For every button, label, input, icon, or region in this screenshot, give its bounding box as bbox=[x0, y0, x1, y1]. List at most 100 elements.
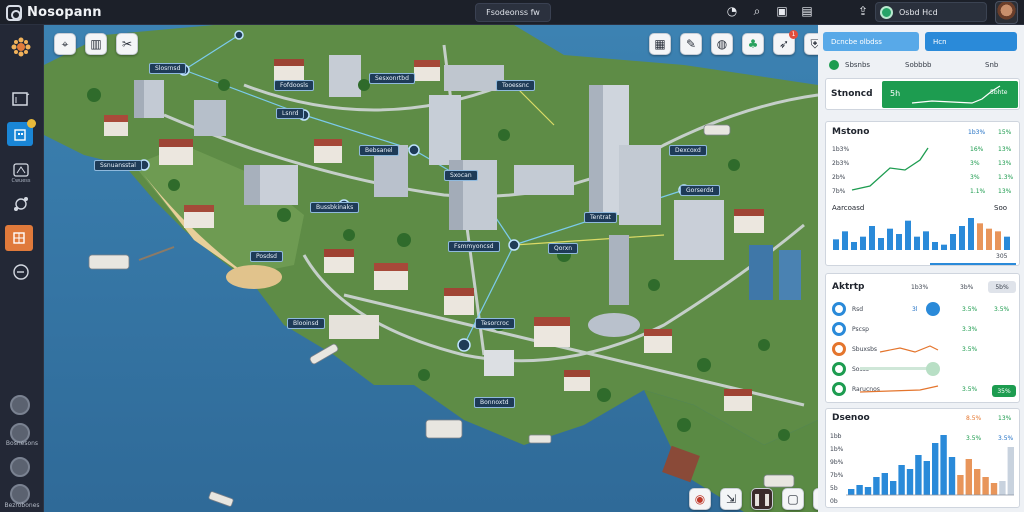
pause-icon[interactable]: ❚❚ bbox=[751, 488, 773, 510]
map-label[interactable]: Tentrat bbox=[584, 212, 617, 223]
gauge-icon bbox=[13, 162, 29, 177]
layers-icon[interactable] bbox=[5, 225, 33, 251]
toggle-one-icon[interactable] bbox=[10, 395, 30, 415]
top-bar: Nosopann Fsodeonss fw ◔ ⌕ ▣ ▤ ⇪ Osbd Hcd bbox=[0, 0, 1024, 25]
metric-bar bbox=[968, 218, 974, 250]
city-map[interactable]: ⌖ ▥ ✂ ▦ ✎ ◍ ♣ ➶ 1 ⛨ Slosrnsd Fofdoosls Se… bbox=[44, 25, 818, 512]
histogram-bar bbox=[864, 487, 872, 495]
metric-bar bbox=[869, 226, 875, 250]
map-label[interactable]: Blooinsd bbox=[287, 318, 325, 329]
record-icon[interactable]: ◉ bbox=[689, 488, 711, 510]
map-label[interactable]: Sesxonrtbd bbox=[369, 73, 415, 84]
metric-bar bbox=[986, 228, 992, 250]
histogram-chart bbox=[846, 435, 1014, 496]
map-label[interactable]: Bonnoxtd bbox=[474, 397, 515, 408]
building-icon[interactable] bbox=[7, 119, 36, 146]
metrics-progress bbox=[930, 263, 1016, 265]
histogram-bar bbox=[906, 469, 914, 495]
list-row-sparkline bbox=[860, 385, 939, 393]
eco-icon[interactable]: ♣ bbox=[742, 33, 764, 55]
histogram-bar bbox=[974, 469, 981, 495]
map-label[interactable]: Bebsanel bbox=[359, 145, 399, 156]
list-row-pct: 3.5% bbox=[962, 306, 978, 313]
list-chip-top[interactable]: 5b% bbox=[988, 281, 1016, 293]
highlight-pct: 5bhte bbox=[990, 89, 1008, 96]
histogram-y-label: 5b bbox=[830, 485, 838, 492]
list-row-status-icon bbox=[832, 342, 846, 356]
histogram-bar bbox=[990, 483, 998, 495]
map-label[interactable]: Sxocan bbox=[444, 170, 478, 181]
notification-badge-icon bbox=[27, 119, 36, 128]
video-icon[interactable] bbox=[6, 85, 36, 113]
chat-icon[interactable]: ▣ bbox=[774, 3, 790, 19]
metrics-line-chart bbox=[851, 147, 929, 191]
share-icon[interactable]: ⇪ bbox=[855, 3, 871, 19]
map-label[interactable]: Fofdoosls bbox=[274, 80, 315, 91]
list-col-b: 3b% bbox=[960, 284, 974, 291]
toggle-four-icon[interactable] bbox=[10, 484, 30, 504]
list-row-toggle-icon[interactable] bbox=[926, 302, 940, 316]
histogram-bar bbox=[923, 461, 930, 495]
metric-row-label: 1b3% bbox=[832, 146, 850, 153]
metric-bar bbox=[905, 220, 911, 250]
grid-view-icon[interactable]: ▦ bbox=[649, 33, 671, 55]
metric-bar bbox=[941, 244, 947, 250]
map-label[interactable]: Bussbkinaks bbox=[310, 202, 360, 213]
list-chip-b[interactable]: 35% bbox=[992, 385, 1016, 397]
map-label[interactable]: Tooessnc bbox=[496, 80, 536, 91]
status-pill[interactable]: Osbd Hcd bbox=[875, 2, 987, 22]
map-label[interactable]: Lsnrd bbox=[276, 108, 305, 119]
metric-bar bbox=[878, 238, 884, 250]
layers-tool-icon[interactable]: ▥ bbox=[85, 33, 107, 55]
metric-row-pct: 1.1% bbox=[970, 188, 986, 195]
metrics-top-b: 15% bbox=[998, 129, 1012, 136]
map-label[interactable]: Dexcoxd bbox=[669, 145, 707, 156]
list-row-toggle-icon[interactable] bbox=[926, 362, 940, 376]
map-label[interactable]: Qorxn bbox=[548, 243, 579, 254]
map-label[interactable]: Ssnuansstal bbox=[94, 160, 142, 171]
shield-icon[interactable]: ⛨ bbox=[804, 33, 818, 55]
search-icon[interactable]: ⌕ bbox=[749, 3, 765, 19]
alert-badge-icon: 1 bbox=[789, 30, 798, 39]
routes-icon[interactable] bbox=[6, 190, 36, 218]
pin-tool-icon[interactable]: ⌖ bbox=[54, 33, 76, 55]
map-label[interactable]: Tesorcroc bbox=[475, 318, 516, 329]
flower-icon[interactable] bbox=[6, 33, 36, 61]
clock-icon[interactable] bbox=[6, 258, 36, 286]
tab-button-primary[interactable]: Dcncbe olbdss bbox=[823, 32, 919, 51]
metric-bar bbox=[914, 236, 920, 250]
map-label[interactable]: Gorserdd bbox=[680, 185, 720, 196]
histogram-bar bbox=[856, 485, 863, 495]
map-label[interactable]: Slosrnsd bbox=[149, 63, 187, 74]
brand[interactable]: Nosopann bbox=[6, 3, 102, 22]
metric-bar bbox=[932, 242, 938, 250]
tab-button-secondary[interactable]: Hcn bbox=[925, 32, 1017, 51]
gauge-nav-item[interactable]: Cwuess bbox=[6, 158, 36, 188]
list-row-pct: 3.5% bbox=[962, 346, 978, 353]
avatar[interactable] bbox=[995, 1, 1018, 24]
metric-row-label: 2b% bbox=[832, 174, 846, 181]
top-icon-group: ◔ ⌕ ▣ ▤ bbox=[724, 3, 815, 19]
highlight-card[interactable]: Stnoncd 5h 5bhte bbox=[825, 78, 1020, 110]
chat-bubble-icon[interactable]: ◍ bbox=[711, 33, 733, 55]
metric-bar bbox=[1004, 236, 1010, 250]
gauge-icon[interactable]: ◔ bbox=[724, 3, 740, 19]
rocket-icon[interactable]: ➶ 1 bbox=[773, 30, 798, 55]
histogram-card: Dsenoo 8.5% 13% 3.5% 3.5% 1bb 1b% 9b% 7b% 5b… bbox=[825, 408, 1020, 508]
center-search-pill[interactable]: Fsodeonss fw bbox=[475, 3, 551, 22]
histogram-y-label: 7b% bbox=[830, 472, 844, 479]
window-icon[interactable]: ▢ bbox=[782, 488, 804, 510]
expand-icon[interactable]: ⇲ bbox=[720, 488, 742, 510]
map-label[interactable]: Fsmmyoncsd bbox=[448, 241, 500, 252]
toggle-three-icon[interactable] bbox=[10, 457, 30, 477]
tools-icon[interactable]: ✂ bbox=[116, 33, 138, 55]
metric-bar bbox=[860, 236, 866, 250]
histogram-bar bbox=[999, 481, 1006, 495]
metric-bar bbox=[887, 228, 893, 250]
metric-row-pct2: 1.3% bbox=[998, 174, 1014, 181]
document-icon[interactable]: ▤ bbox=[799, 3, 815, 19]
list-row-status-icon bbox=[832, 362, 846, 376]
metric-row-label: 2b3% bbox=[832, 160, 850, 167]
edit-icon[interactable]: ✎ bbox=[680, 33, 702, 55]
map-label[interactable]: Posdsd bbox=[250, 251, 283, 262]
